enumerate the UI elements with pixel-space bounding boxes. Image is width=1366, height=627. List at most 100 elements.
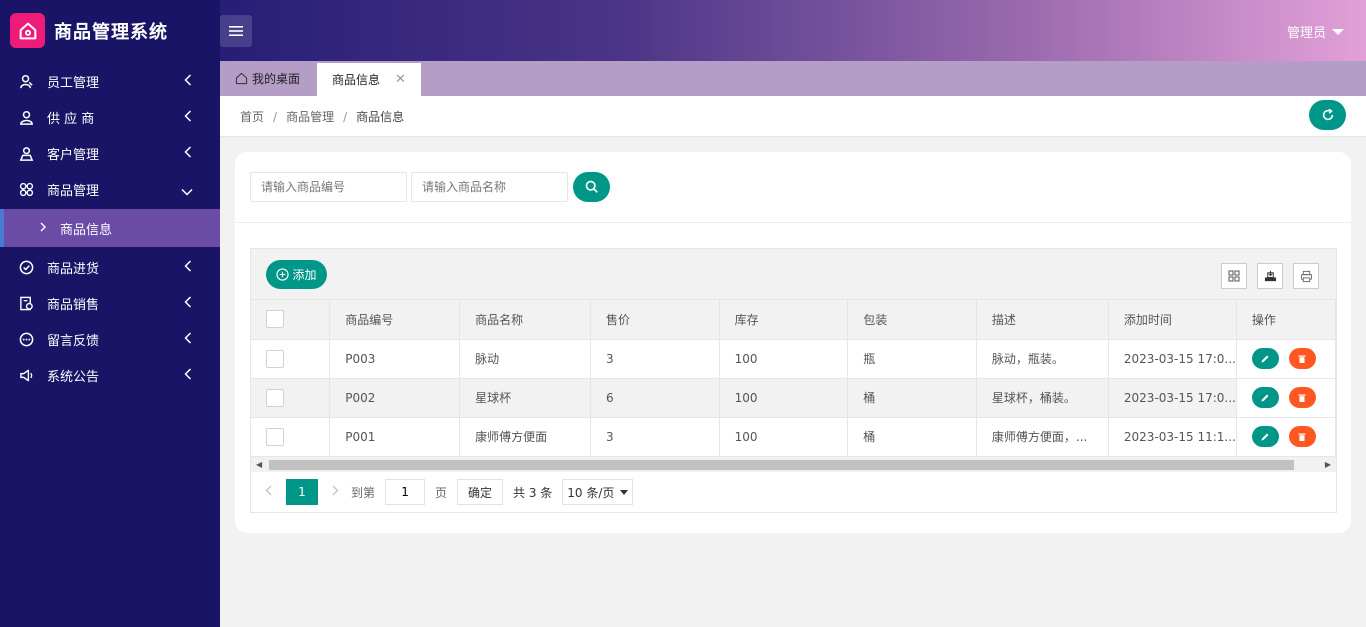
edit-button[interactable] <box>1251 387 1279 408</box>
sidebar-item-feedback[interactable]: 留言反馈 <box>0 321 220 357</box>
data-table: 添加 商品编号 商品名称 售价 库存 包装 描述 添加时间 操作 P003 脉动… <box>250 248 1337 513</box>
delete-button[interactable] <box>1288 348 1316 369</box>
sidebar-subitem-goods-info[interactable]: 商品信息 <box>0 209 220 247</box>
row-checkbox[interactable] <box>266 427 284 446</box>
admin-menu[interactable]: 管理员 <box>1287 22 1344 41</box>
tab-label: 商品信息 <box>332 73 381 87</box>
breadcrumb-home[interactable]: 首页 <box>240 110 264 124</box>
tab-goods-info[interactable]: 商品信息 ✕ <box>317 61 421 96</box>
search-area <box>235 152 1351 223</box>
breadcrumb-separator: / <box>343 110 348 124</box>
table-row: P002 星球杯 6 100 桶 星球杯，桶装。 2023-03-15 17:0… <box>251 378 1337 418</box>
sales-icon <box>18 295 34 311</box>
edit-icon <box>1261 433 1269 440</box>
close-icon[interactable]: ✕ <box>395 72 406 87</box>
delete-button[interactable] <box>1288 426 1316 447</box>
sidebar-item-customer[interactable]: 客户管理 <box>0 135 220 171</box>
cell-name: 星球杯 <box>459 378 591 418</box>
table-row: P001 康师傅方便面 3 100 桶 康师傅方便面，... 2023-03-1… <box>251 417 1337 457</box>
goods-code-input[interactable] <box>250 172 407 202</box>
current-page-button[interactable]: 1 <box>286 479 318 505</box>
goods-name-input[interactable] <box>411 172 568 202</box>
edit-icon <box>1261 355 1269 362</box>
select-all-checkbox[interactable] <box>266 310 284 329</box>
menu-toggle-button[interactable] <box>220 15 252 47</box>
cell-pack: 桶 <box>847 378 977 418</box>
column-header[interactable]: 添加时间 <box>1108 300 1237 340</box>
top-header: 商品管理系统 管理员 <box>0 0 1366 61</box>
sidebar-item-sales[interactable]: 商品销售 <box>0 285 220 321</box>
breadcrumb-bar: 首页 / 商品管理 / 商品信息 <box>220 96 1366 137</box>
sidebar-item-label: 商品信息 <box>60 222 113 238</box>
cell-code: P001 <box>329 417 461 457</box>
row-checkbox[interactable] <box>266 349 284 368</box>
row-checkbox[interactable] <box>266 388 284 407</box>
search-button[interactable] <box>573 172 610 202</box>
sidebar-item-supplier[interactable]: 供 应 商 <box>0 99 220 135</box>
notice-icon <box>18 367 34 383</box>
page-number-input[interactable] <box>385 479 426 505</box>
cell-actions <box>1235 339 1337 379</box>
sidebar-item-label: 系统公告 <box>47 369 100 385</box>
cell-desc: 康师傅方便面，... <box>976 417 1109 457</box>
add-button[interactable]: 添加 <box>266 260 327 289</box>
page-size-select[interactable]: 10 条/页 <box>562 479 634 505</box>
logo-area: 商品管理系统 <box>0 0 220 61</box>
cell-pack: 瓶 <box>847 339 977 379</box>
sidebar-item-purchase[interactable]: 商品进货 <box>0 249 220 285</box>
scroll-right-arrow-icon[interactable]: ▶ <box>1325 460 1331 469</box>
confirm-page-button[interactable]: 确定 <box>457 479 504 505</box>
columns-button[interactable] <box>1221 263 1247 289</box>
sidebar-item-label: 供 应 商 <box>47 111 95 127</box>
app-title: 商品管理系统 <box>54 21 168 43</box>
column-header[interactable]: 包装 <box>847 300 977 340</box>
plus-icon <box>276 268 290 281</box>
cell-name: 康师傅方便面 <box>459 417 591 457</box>
row-checkbox-cell <box>251 378 331 418</box>
user-icon <box>18 73 34 89</box>
refresh-button[interactable] <box>1309 100 1346 130</box>
tab-home[interactable]: 我的桌面 <box>220 61 317 96</box>
cell-actions <box>1235 417 1337 457</box>
column-header[interactable]: 商品编号 <box>329 300 461 340</box>
chevron-left-icon <box>184 260 192 276</box>
export-icon <box>1264 270 1276 281</box>
customer-icon <box>18 145 34 161</box>
print-button[interactable] <box>1293 263 1319 289</box>
cell-pack: 桶 <box>847 417 977 457</box>
add-button-label: 添加 <box>292 268 317 282</box>
goto-label: 到第 <box>351 485 376 500</box>
edit-button[interactable] <box>1251 348 1279 369</box>
horizontal-scrollbar[interactable]: ◀ ▶ <box>251 456 1336 472</box>
sidebar-item-notice[interactable]: 系统公告 <box>0 357 220 393</box>
cell-stock: 100 <box>719 339 849 379</box>
scroll-left-arrow-icon[interactable]: ◀ <box>256 460 262 469</box>
breadcrumb-current: 商品信息 <box>356 110 405 124</box>
scrollbar-thumb[interactable] <box>269 460 1294 470</box>
feedback-icon <box>18 331 34 347</box>
supplier-icon <box>18 109 34 125</box>
export-button[interactable] <box>1257 263 1283 289</box>
columns-icon <box>1228 270 1240 282</box>
goods-table: 商品编号 商品名称 售价 库存 包装 描述 添加时间 操作 P003 脉动 3 … <box>251 300 1337 457</box>
cell-price: 3 <box>590 339 720 379</box>
column-header[interactable]: 描述 <box>976 300 1109 340</box>
page-size-value: 10 条/页 <box>567 485 615 500</box>
edit-button[interactable] <box>1251 426 1279 447</box>
caret-down-icon <box>1332 28 1344 35</box>
next-page-icon[interactable] <box>332 485 339 499</box>
cell-desc: 星球杯，桶装。 <box>976 378 1109 418</box>
column-header[interactable]: 商品名称 <box>459 300 591 340</box>
sidebar: 员工管理 供 应 商 客户管理 商品管理 商品信息 商品进货 商品销售 留言反馈… <box>0 61 220 627</box>
sidebar-item-staff[interactable]: 员工管理 <box>0 63 220 99</box>
cell-time: 2023-03-15 17:0... <box>1108 339 1237 379</box>
chevron-left-icon <box>184 368 192 384</box>
prev-page-icon[interactable] <box>265 485 272 499</box>
delete-button[interactable] <box>1288 387 1316 408</box>
purchase-icon <box>18 259 34 275</box>
column-header[interactable]: 库存 <box>719 300 849 340</box>
cell-name: 脉动 <box>459 339 591 379</box>
sidebar-item-goods[interactable]: 商品管理 <box>0 171 220 207</box>
column-header[interactable]: 售价 <box>590 300 720 340</box>
breadcrumb-goods-manage[interactable]: 商品管理 <box>286 110 334 124</box>
